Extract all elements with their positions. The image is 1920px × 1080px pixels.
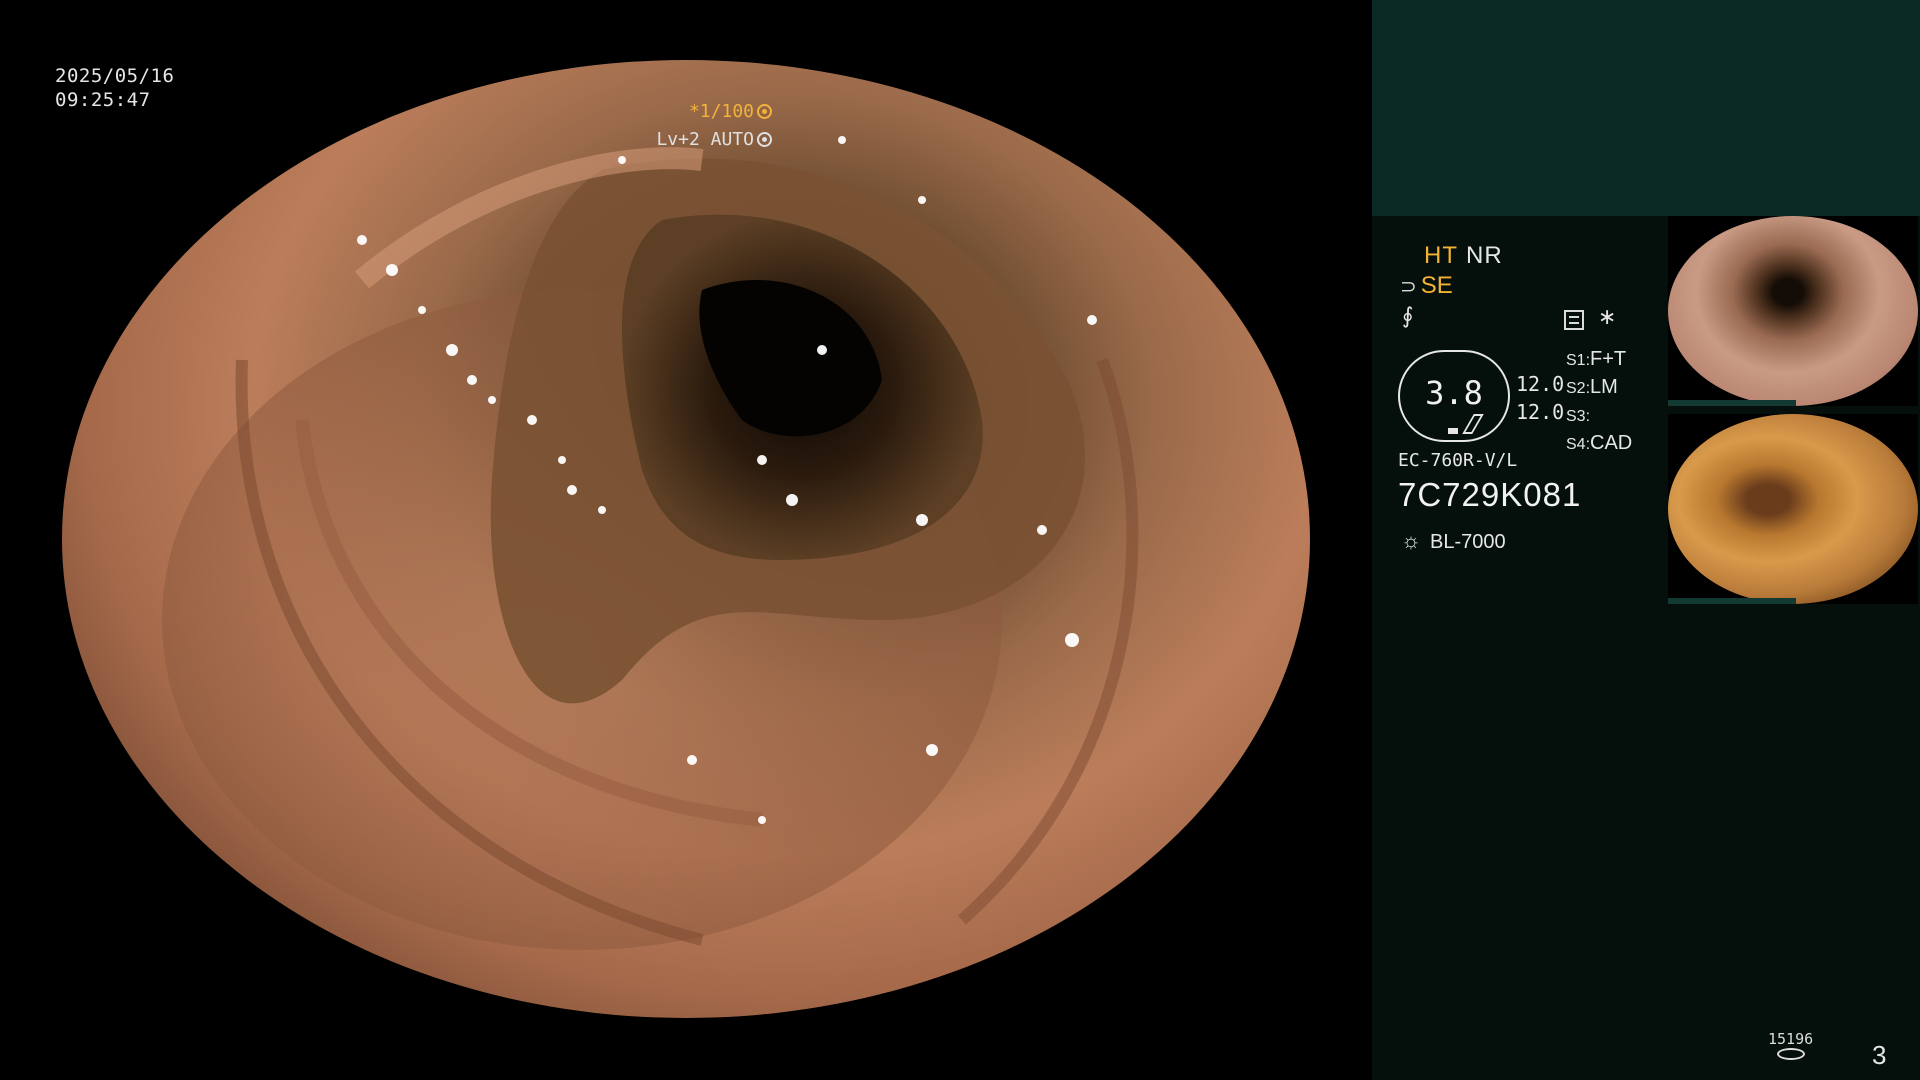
gauge-slant [1462, 414, 1484, 434]
tilde-wave-icon: ⊃ [1400, 276, 1417, 298]
light-source: ☼ BL-7000 [1398, 528, 1506, 554]
page-number: 3 [1872, 1040, 1887, 1070]
structure-enhance-icon: ∮ [1402, 304, 1414, 329]
switch-label: S1: [1566, 352, 1591, 369]
exposure-overlay: *1/100 Lv+2 AUTO [656, 98, 772, 154]
switch-label: S3: [1566, 408, 1591, 425]
thumbnail-bar [1668, 598, 1796, 604]
shutter-speed: *1/100 [656, 98, 772, 126]
light-source-text: BL-7000 [1430, 531, 1506, 553]
se-label: SE [1420, 272, 1453, 299]
mode-ht: HT [1424, 242, 1458, 269]
date-time-overlay: 2025/05/16 09:25:47 [55, 64, 174, 112]
endoscope-image [62, 60, 1310, 1018]
asterisk-icon: ∗ [1598, 305, 1617, 330]
light-level-text: Lv+2 AUTO [656, 129, 754, 150]
switch-value: CAD [1590, 432, 1633, 454]
captured-thumbnails [1668, 216, 1918, 616]
gauge-readouts: 12.0 12.0 [1516, 370, 1564, 426]
light-level: Lv+2 AUTO [656, 126, 772, 154]
info-panel-header [1372, 0, 1920, 216]
document-icon [1564, 310, 1584, 330]
switch-item: S4:CAD [1566, 430, 1632, 458]
readout-1: 12.0 [1516, 372, 1565, 396]
thumbnail-1[interactable] [1668, 216, 1918, 406]
shutter-speed-text: *1/100 [688, 101, 754, 122]
disk-icon [1776, 1048, 1805, 1060]
endoscope-image-drawing [162, 136, 1139, 950]
capture-date: 2025/05/16 [55, 65, 175, 87]
structure-enhance-line: ⊃ SE [1400, 272, 1453, 300]
scope-serial: 7C729K081 [1398, 476, 1582, 513]
gauge-value: 3.8 [1425, 374, 1483, 412]
scope-model: EC-760R-V/L [1398, 450, 1518, 471]
switch-item: S3: [1566, 402, 1632, 430]
thumbnail-bar [1668, 400, 1796, 406]
record-counter: 15196 [1768, 1030, 1813, 1060]
switch-value: LM [1590, 376, 1618, 398]
thumbnail-image [1668, 414, 1918, 604]
sun-icon: ☼ [1400, 528, 1422, 553]
readout-2: 12.0 [1516, 400, 1565, 424]
image-mode-line: HT NR [1424, 242, 1503, 270]
switch-value: F+T [1590, 348, 1627, 370]
mode-nr: NR [1466, 242, 1503, 269]
gauge-marker [1448, 428, 1458, 434]
info-panel: HT NR ⊃ SE ∮ ∗ 3.8 12.0 12.0 S1:F+T S2:LM … [1372, 0, 1920, 1080]
switch-list: S1:F+T S2:LM S3: S4:CAD [1566, 346, 1632, 458]
switch-label: S2: [1566, 380, 1591, 397]
switch-label: S4: [1566, 436, 1591, 453]
target-icon [757, 132, 772, 147]
switch-item: S1:F+T [1566, 346, 1632, 374]
zoom-gauge: 3.8 [1398, 350, 1510, 442]
thumbnail-image [1668, 216, 1918, 406]
aperture-icon [757, 104, 772, 119]
record-count: 15196 [1768, 1030, 1814, 1048]
thumbnail-2[interactable] [1668, 414, 1918, 604]
endoscope-video-area: 2025/05/16 09:25:47 *1/100 Lv+2 AUTO [0, 0, 1372, 1080]
capture-time: 09:25:47 [55, 89, 151, 111]
switch-item: S2:LM [1566, 374, 1632, 402]
